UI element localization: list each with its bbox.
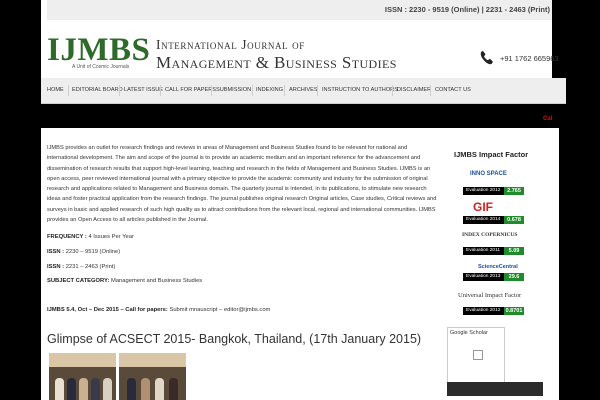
impact-factor-copernicus: Evaluation 2011 5.09: [463, 247, 524, 255]
impact-value: 0.8701: [504, 307, 524, 315]
nav-contact-us[interactable]: CONTACT US: [435, 87, 471, 93]
nav-editorial-board[interactable]: EDITORIAL BOARD: [72, 87, 123, 93]
frequency-label: FREQUENCY :: [47, 234, 87, 240]
sciencecentral-logo[interactable]: ScienceCentral: [478, 264, 518, 270]
nav-separator: [430, 85, 431, 96]
impact-factor-title: IJMBS Impact Factor: [454, 150, 529, 159]
nav-separator: [160, 85, 161, 96]
impact-value: 5.09: [504, 247, 524, 255]
evaluation-label: Evaluation 2014: [466, 217, 501, 222]
nav-indexing[interactable]: INDEXING: [256, 87, 283, 93]
phone-icon: [480, 51, 493, 65]
photo-figure: [79, 378, 88, 400]
broken-image-icon: [473, 350, 483, 360]
nav-separator: [119, 85, 120, 96]
nav-disclaimer[interactable]: DISCLAIMER: [397, 87, 431, 93]
impact-value: 2.765: [504, 187, 524, 195]
frequency-value: 4 Issues Per Year: [88, 234, 134, 240]
site-logo[interactable]: IJMBS: [47, 33, 150, 67]
nav-home[interactable]: HOME: [47, 87, 64, 93]
call-for-papers-line: IJMBS 5.4, Oct – Dec 2015 – Call for pap…: [47, 307, 270, 313]
call-value[interactable]: Submit mnauscript – editor@ijmbs.com: [169, 307, 270, 313]
photo-figure: [141, 378, 150, 400]
photo-figure: [67, 378, 76, 400]
issn-label: ISSN :: [47, 249, 65, 255]
nav-instruction-to-authors[interactable]: INSTRUCTION TO AUTHORS: [322, 87, 398, 93]
nav-call-for-papers[interactable]: CALL FOR PAPERS: [165, 87, 216, 93]
impact-factor-gif: Evaluation 2014 0.678: [463, 216, 524, 224]
page: ISSN : 2230 - 9519 (Online) | 2231 - 246…: [0, 0, 600, 400]
issn-print-line: ISSN : 2231 – 2463 (Print): [47, 264, 115, 270]
evaluation-label: Evaluation 2013: [466, 274, 501, 279]
issn-print: 2231 - 2463 (Print): [485, 5, 550, 14]
nav-latest-issue[interactable]: LATEST ISSUE: [124, 87, 163, 93]
issn-text: ISSN : 2230 - 9519 (Online) | 2231 - 246…: [384, 5, 550, 14]
photo-banner: [119, 353, 186, 367]
photo-figure: [169, 378, 178, 400]
subject-value: Management and Business Studies: [111, 278, 203, 284]
evaluation-label: Evaluation 2011: [466, 248, 501, 253]
logo-subtitle: A Unit of Cosmic Journals: [72, 64, 130, 70]
nav-separator: [252, 85, 253, 96]
issn-print-value: 2231 – 2463 (Print): [65, 264, 116, 270]
photo-figure: [103, 378, 112, 400]
issn-online-line: ISSN : 2230 – 9519 (Online): [47, 249, 120, 255]
nav-archives[interactable]: ARCHIVES: [289, 87, 318, 93]
photo-banner: [49, 353, 116, 367]
nav-separator: [68, 85, 69, 96]
impact-factor-innospace: Evaluation 2012 2.765: [463, 187, 524, 195]
impact-value: 29.6: [504, 273, 524, 281]
photo-figure: [91, 378, 100, 400]
intro-paragraph: IJMBS provides an outlet for research fi…: [47, 145, 437, 224]
photo-figure: [55, 378, 64, 400]
journal-title-line2: Management & Business Studies: [156, 53, 397, 72]
journal-title-line1: International Journal of: [156, 37, 305, 52]
call-label: IJMBS 5.4, Oct – Dec 2015 – Call for pap…: [47, 307, 168, 313]
nav-submission[interactable]: SUBMISSION: [216, 87, 251, 93]
impact-factor-universal: Evaluation 2012 0.8701: [463, 307, 524, 315]
frequency-line: FREQUENCY : 4 Issues Per Year: [47, 234, 134, 240]
nav-separator: [317, 85, 318, 96]
index-copernicus-logo[interactable]: INDEX COPERNICUS: [462, 232, 517, 238]
event-photo[interactable]: [119, 353, 186, 400]
photo-figure: [155, 378, 164, 400]
innospace-logo[interactable]: INNO SPACE: [470, 171, 507, 177]
phone-number: +91 1762 665963: [500, 54, 559, 63]
post-headline[interactable]: Glimpse of ACSECT 2015- Bangkok, Thailan…: [47, 332, 421, 346]
nav-separator: [211, 85, 212, 96]
impact-factor-sciencecentral: Evaluation 2013 29.6: [463, 273, 524, 281]
issn-online-value: 2230 – 9519 (Online): [65, 249, 121, 255]
universal-impact-factor-logo[interactable]: Universal Impact Factor: [458, 292, 521, 299]
news-ticker[interactable]: Cal: [543, 116, 552, 122]
photo-figure: [127, 378, 136, 400]
google-scholar-widget[interactable]: Google Scholar: [447, 327, 505, 385]
nav-separator: [284, 85, 285, 96]
subject-line: SUBJECT CATEGORY: Management and Busines…: [47, 278, 202, 284]
issn-online: ISSN : 2230 - 9519 (Online): [384, 5, 480, 14]
issn-bar: ISSN : 2230 - 9519 (Online) | 2231 - 246…: [47, 0, 552, 20]
google-scholar-label: Google Scholar: [450, 330, 488, 336]
event-photo[interactable]: [49, 353, 116, 400]
sidebar-widget-bar: [447, 382, 543, 396]
issn-label: ISSN :: [47, 264, 65, 270]
impact-value: 0.678: [504, 216, 524, 224]
subject-label: SUBJECT CATEGORY:: [47, 278, 110, 284]
nav-separator: [392, 85, 393, 96]
gif-logo[interactable]: GIF: [473, 200, 493, 214]
evaluation-label: Evaluation 2012: [466, 188, 501, 193]
main-nav: HOME EDITORIAL BOARD LATEST ISSUE CALL F…: [41, 78, 566, 104]
evaluation-label: Evaluation 2012: [466, 308, 501, 313]
